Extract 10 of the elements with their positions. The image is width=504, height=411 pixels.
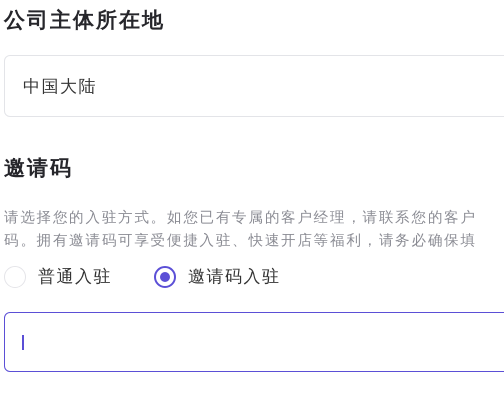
location-select[interactable]: 中国大陆	[4, 55, 504, 117]
description-text: 码。拥有邀请码可享受便捷入驻、快速开店等福利，请务必确保填	[4, 233, 477, 249]
radio-label[interactable]: 邀请码入驻	[188, 265, 280, 288]
invite-code-field[interactable]	[4, 312, 504, 372]
field-label: 邀请码	[4, 156, 73, 180]
field-label: 公司主体所在地	[4, 8, 165, 32]
radio-button[interactable]	[154, 266, 176, 288]
description-text: 请选择您的入驻方式。如您已有专属的客户经理，请联系您的客户	[4, 210, 477, 226]
radio-label[interactable]: 普通入驻	[38, 265, 112, 288]
text-cursor	[22, 334, 24, 350]
